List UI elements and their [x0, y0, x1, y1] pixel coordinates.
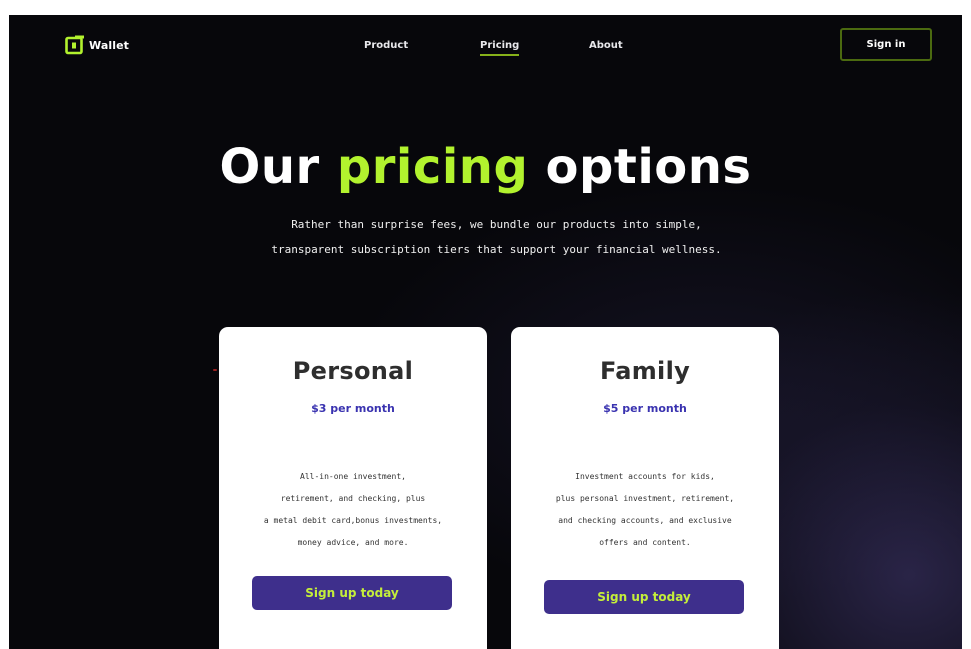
subtitle-line-2: transparent subscription tiers that supp… [271, 243, 722, 256]
plan-description: Investment accounts for kids, plus perso… [521, 466, 769, 554]
plan-description-line: plus personal investment, retirement, [555, 494, 735, 503]
nav-link-product[interactable]: Product [364, 40, 408, 51]
plan-description-line: All-in-one investment, [300, 472, 406, 481]
nav-link-about[interactable]: About [589, 40, 623, 51]
page-frame: Wallet Product Pricing About Sign in Our… [9, 15, 962, 649]
plan-price: $3 per month [311, 402, 395, 415]
plan-name: Personal [292, 357, 414, 385]
plan-description-line: retirement, and checking, plus [280, 494, 426, 503]
plan-description-line: money advice, and more. [297, 538, 409, 547]
sign-up-button-family[interactable]: Sign up today [544, 580, 744, 614]
plan-card-family: Family $5 per month Investment accounts … [511, 327, 779, 649]
title-accent: pricing [336, 139, 529, 195]
nav-link-pricing[interactable]: Pricing [480, 40, 520, 56]
subtitle-line-1: Rather than surprise fees, we bundle our… [291, 218, 702, 231]
plan-description-line: a metal debit card,bonus investments, [263, 516, 443, 525]
plan-description-line: Investment accounts for kids, [575, 472, 715, 481]
sign-in-button[interactable]: Sign in [840, 28, 932, 61]
main-nav: Product Pricing About [9, 40, 962, 60]
plan-description-line: and checking accounts, and exclusive [558, 516, 732, 525]
title-part-1: Our [219, 139, 320, 195]
plan-price: $5 per month [603, 402, 687, 415]
decorative-mark [213, 369, 217, 371]
title-part-2: options [545, 139, 752, 195]
plan-description: All-in-one investment, retirement, and c… [229, 466, 477, 554]
page-title: Our pricing options [9, 139, 962, 195]
plan-description-line: offers and content. [599, 538, 691, 547]
plan-card-personal: Personal $3 per month All-in-one investm… [219, 327, 487, 649]
plan-name: Family [599, 357, 691, 385]
page-subtitle: Rather than surprise fees, we bundle our… [9, 212, 962, 262]
sign-up-button-personal[interactable]: Sign up today [252, 576, 452, 610]
